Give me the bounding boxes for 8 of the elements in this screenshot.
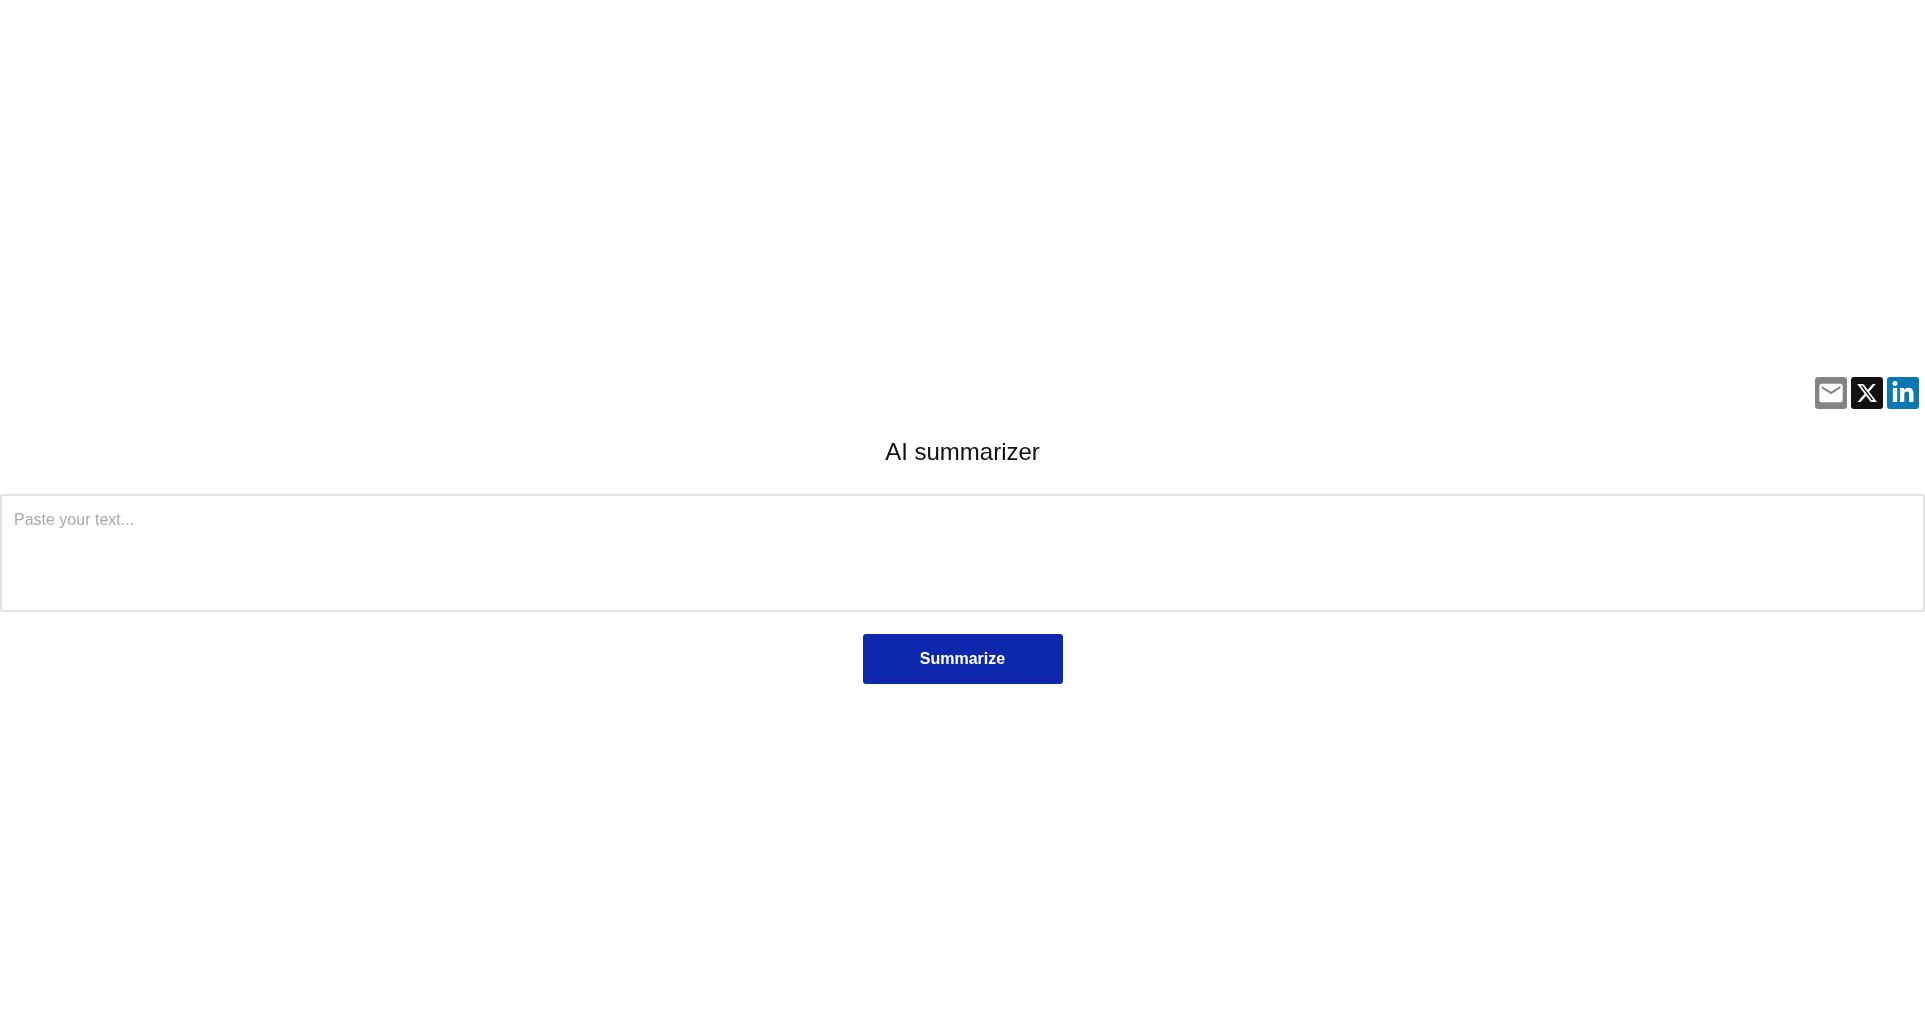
page-title: AI summarizer: [885, 437, 1040, 467]
text-input-field[interactable]: Paste your text...: [0, 494, 1925, 612]
email-share-button[interactable]: [1815, 377, 1847, 409]
x-logo-icon: [1856, 382, 1878, 404]
linkedin-share-button[interactable]: [1887, 377, 1919, 409]
x-share-button[interactable]: [1851, 377, 1883, 409]
linkedin-logo-icon: [1891, 381, 1915, 405]
summarize-button[interactable]: Summarize: [862, 634, 1063, 684]
